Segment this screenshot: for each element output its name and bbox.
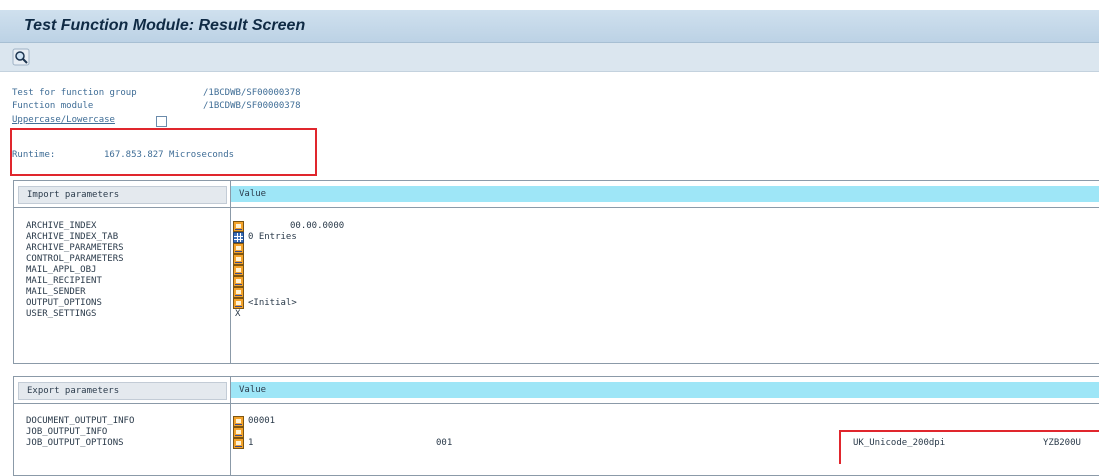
param-value: 0 Entries: [248, 232, 297, 242]
output-options-highlight: [839, 430, 1099, 464]
edit-icon[interactable]: [233, 287, 244, 298]
export-header-param: Export parameters: [27, 386, 120, 396]
page-title: Test Function Module: Result Screen: [24, 17, 306, 34]
param-value: <Initial>: [248, 298, 297, 308]
edit-icon[interactable]: [233, 243, 244, 254]
table-row: CONTROL_PARAMETERS: [14, 254, 1099, 265]
param-name: ARCHIVE_INDEX_TAB: [26, 232, 119, 242]
runtime-highlight: [10, 128, 317, 176]
param-name: MAIL_RECIPIENT: [26, 276, 102, 286]
edit-icon[interactable]: [233, 254, 244, 265]
case-label: Uppercase/Lowercase: [12, 115, 115, 125]
edit-icon[interactable]: [233, 416, 244, 427]
param-value: 00001: [248, 416, 276, 426]
param-name: OUTPUT_OPTIONS: [26, 298, 102, 308]
import-table-header: Import parameters Value: [14, 181, 1099, 208]
function-module-label: Function module: [12, 101, 94, 111]
table-row: ARCHIVE_INDEX_TAB 0 Entries: [14, 232, 1099, 243]
param-name: JOB_OUTPUT_INFO: [26, 427, 108, 437]
edit-icon[interactable]: [233, 221, 244, 232]
function-module-value: /1BCDWB/SF00000378: [203, 101, 301, 111]
table-row: ARCHIVE_INDEX 00.00.0000: [14, 221, 1099, 232]
function-group-label: Test for function group: [12, 88, 137, 98]
param-name: JOB_OUTPUT_OPTIONS: [26, 438, 124, 448]
import-parameters-table: Import parameters Value ARCHIVE_INDEX 00…: [13, 180, 1099, 364]
param-name: ARCHIVE_INDEX: [26, 221, 97, 231]
param-name: CONTROL_PARAMETERS: [26, 254, 124, 264]
uppercase-lowercase-checkbox[interactable]: [156, 116, 167, 127]
table-row: DOCUMENT_OUTPUT_INFO 00001: [14, 416, 1099, 427]
import-header-value: Value: [239, 189, 267, 199]
edit-icon[interactable]: [233, 265, 244, 276]
table-row: USER_SETTINGS X: [14, 309, 1099, 320]
edit-icon[interactable]: [233, 427, 244, 438]
param-value-2: 001: [436, 438, 453, 448]
table-icon[interactable]: [233, 232, 244, 243]
table-row: MAIL_APPL_OBJ: [14, 265, 1099, 276]
application-toolbar: [0, 43, 1099, 72]
param-value: 00.00.0000: [290, 221, 345, 231]
title-bar: Test Function Module: Result Screen: [0, 10, 1099, 43]
export-header-value: Value: [239, 385, 267, 395]
table-row: MAIL_RECIPIENT: [14, 276, 1099, 287]
table-row: MAIL_SENDER: [14, 287, 1099, 298]
import-header-param: Import parameters: [27, 190, 120, 200]
param-value: X: [235, 309, 241, 319]
search-icon[interactable]: [12, 48, 30, 66]
edit-icon[interactable]: [233, 276, 244, 287]
param-name: ARCHIVE_PARAMETERS: [26, 243, 124, 253]
param-name: DOCUMENT_OUTPUT_INFO: [26, 416, 135, 426]
table-row: ARCHIVE_PARAMETERS: [14, 243, 1099, 254]
param-name: MAIL_APPL_OBJ: [26, 265, 97, 275]
param-name: USER_SETTINGS: [26, 309, 97, 319]
export-table-header: Export parameters Value: [14, 377, 1099, 404]
param-name: MAIL_SENDER: [26, 287, 86, 297]
table-row: OUTPUT_OPTIONS <Initial>: [14, 298, 1099, 309]
edit-icon[interactable]: [233, 438, 244, 449]
edit-icon[interactable]: [233, 298, 244, 309]
function-group-value: /1BCDWB/SF00000378: [203, 88, 301, 98]
param-value: 1: [248, 438, 254, 448]
